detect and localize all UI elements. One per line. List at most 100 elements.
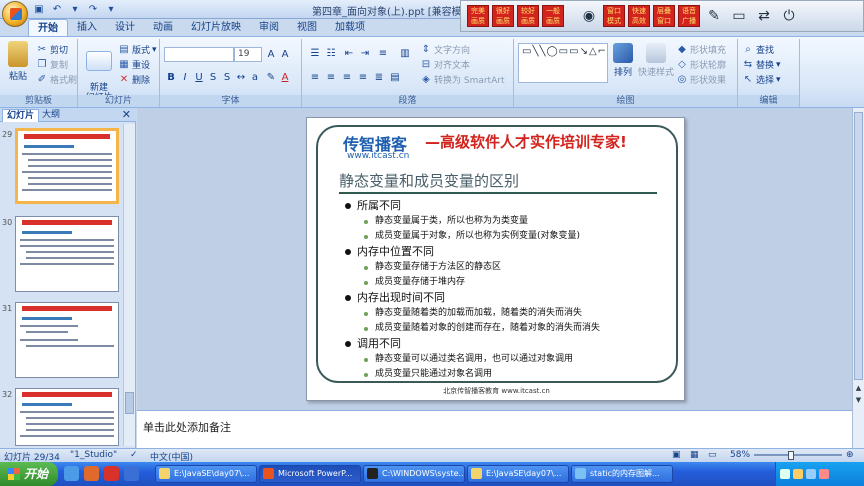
- window-mode-button[interactable]: 窗口模式: [603, 5, 625, 27]
- slide-thumbnail-30[interactable]: [15, 216, 119, 292]
- tab-view[interactable]: 视图: [288, 19, 326, 36]
- cut-button[interactable]: ✂ 剪切: [36, 43, 68, 56]
- decrease-indent-icon[interactable]: ⇤: [342, 47, 356, 60]
- app-icon[interactable]: [104, 466, 119, 481]
- dropdown-icon[interactable]: ▾: [68, 3, 82, 16]
- slide-thumbnail-31[interactable]: [15, 302, 119, 378]
- tab-design[interactable]: 设计: [106, 19, 144, 36]
- find-button[interactable]: ⌕ 查找: [742, 43, 774, 56]
- task-image-viewer[interactable]: static的内存图解...: [571, 465, 673, 483]
- columns-icon[interactable]: ▥: [398, 47, 412, 60]
- slide-thumbnail-32[interactable]: [15, 388, 119, 446]
- pen-icon[interactable]: ✎: [703, 5, 725, 27]
- view-sorter-icon[interactable]: ▦: [690, 450, 699, 460]
- ie-icon[interactable]: [64, 466, 79, 481]
- shape-outline-button[interactable]: ◇ 形状轮廓: [676, 58, 726, 71]
- align-left-icon[interactable]: ≡: [308, 71, 322, 84]
- justify-icon[interactable]: ≡: [356, 71, 370, 84]
- cascade-window-button[interactable]: 层叠窗口: [653, 5, 675, 27]
- slide-title[interactable]: 静态变量和成员变量的区别: [339, 170, 519, 191]
- quality-perfect-button[interactable]: 完美画质: [467, 5, 489, 27]
- align-text-button[interactable]: ⊟ 对齐文本: [420, 58, 470, 71]
- strikethrough-icon[interactable]: S: [206, 71, 220, 84]
- task-powerpoint[interactable]: Microsoft PowerP...: [259, 465, 361, 483]
- copy-button[interactable]: ❐ 复制: [36, 58, 69, 71]
- notes-pane[interactable]: 单击此处添加备注: [137, 410, 852, 448]
- monitor-icon[interactable]: ▭: [728, 5, 750, 27]
- clear-format-icon[interactable]: ✎: [264, 71, 278, 84]
- replace-button[interactable]: ⇆ 替换 ▾: [742, 58, 781, 71]
- shrink-font-icon[interactable]: A: [278, 48, 292, 61]
- task-explorer-2[interactable]: E:\JavaSE\day07\...: [467, 465, 569, 483]
- format-painter-button[interactable]: ✐ 格式刷: [36, 73, 77, 86]
- arrange-button[interactable]: 排列: [612, 43, 634, 78]
- slide-scroll-thumb[interactable]: [854, 112, 863, 380]
- slide-body-text[interactable]: 所属不同 静态变量属于类，所以也称为为类变量 成员变量属于对象，所以也称为实例变…: [343, 198, 679, 382]
- paste-button[interactable]: 粘贴: [4, 41, 32, 82]
- reset-button[interactable]: ▦ 重设: [118, 58, 150, 71]
- broadcast-icon[interactable]: ⇄: [753, 5, 775, 27]
- text-direction-button[interactable]: ⇕ 文字方向: [420, 43, 470, 56]
- grow-font-icon[interactable]: A: [264, 48, 278, 61]
- select-button[interactable]: ↖ 选择 ▾: [742, 73, 781, 86]
- task-explorer-1[interactable]: E:\JavaSE\day07\...: [155, 465, 257, 483]
- fit-window-icon[interactable]: ⊕: [846, 450, 854, 460]
- slide-thumbnail-29[interactable]: [15, 128, 119, 204]
- shape-effects-button[interactable]: ◎ 形状效果: [676, 73, 726, 86]
- spellcheck-icon[interactable]: ✓: [130, 450, 138, 460]
- italic-icon[interactable]: I: [178, 71, 192, 84]
- task-cmd[interactable]: C:\WINDOWS\syste...: [363, 465, 465, 483]
- save-icon[interactable]: ▣: [32, 3, 46, 16]
- smartart-button[interactable]: ◈ 转换为 SmartArt: [420, 73, 504, 86]
- tab-slides-thumbnails[interactable]: 幻灯片: [2, 109, 40, 122]
- current-slide[interactable]: 传智播客 www.itcast.cn —高级软件人才实作培训专家! 静态变量和成…: [306, 117, 685, 401]
- tray-security-icon[interactable]: [819, 469, 829, 479]
- font-color-icon[interactable]: A: [278, 71, 292, 84]
- bullets-icon[interactable]: ☰: [308, 47, 322, 60]
- shadow-icon[interactable]: S: [220, 71, 234, 84]
- tray-app-icon[interactable]: [793, 469, 803, 479]
- desktop-icon[interactable]: [124, 466, 139, 481]
- voice-broadcast-button[interactable]: 语音广播: [678, 5, 700, 27]
- tray-network-icon[interactable]: [780, 469, 790, 479]
- customize-qat-icon[interactable]: ▾: [104, 3, 118, 16]
- quality-normal-button[interactable]: 一般画质: [542, 5, 564, 27]
- tab-animations[interactable]: 动画: [144, 19, 182, 36]
- increase-indent-icon[interactable]: ⇥: [358, 47, 372, 60]
- tray-volume-icon[interactable]: [806, 469, 816, 479]
- distribute-icon[interactable]: ≣: [372, 71, 386, 84]
- redo-icon[interactable]: ↷: [86, 3, 100, 16]
- tab-slideshow[interactable]: 幻灯片放映: [182, 19, 250, 36]
- align-right-icon[interactable]: ≡: [340, 71, 354, 84]
- panel-scrollbar[interactable]: [123, 124, 135, 446]
- view-normal-icon[interactable]: ▣: [672, 450, 681, 460]
- change-case-icon[interactable]: a: [248, 71, 262, 84]
- shape-fill-button[interactable]: ◆ 形状填充: [676, 43, 726, 56]
- notes-scrollbar[interactable]: [852, 410, 864, 448]
- close-icon[interactable]: ✕: [122, 108, 131, 121]
- quick-styles-button[interactable]: 快速样式: [638, 43, 674, 78]
- align-center-icon[interactable]: ≡: [324, 71, 338, 84]
- fast-mode-button[interactable]: 快速高效: [628, 5, 650, 27]
- quality-very-good-button[interactable]: 很好画质: [492, 5, 514, 27]
- zoom-slider[interactable]: [754, 454, 842, 456]
- quality-good-button[interactable]: 较好画质: [517, 5, 539, 27]
- tab-outline[interactable]: 大纲: [38, 109, 64, 122]
- panel-scroll-thumb[interactable]: [125, 392, 134, 414]
- next-slide-icon[interactable]: ▼: [854, 396, 863, 404]
- zoom-slider-knob[interactable]: [788, 451, 794, 460]
- font-name-box[interactable]: [164, 47, 234, 62]
- view-slideshow-icon[interactable]: ▭: [708, 450, 717, 460]
- zoom-level[interactable]: 58%: [730, 450, 750, 460]
- numbering-icon[interactable]: ☷: [324, 47, 338, 60]
- slide-vertical-scrollbar[interactable]: ▲ ▼: [852, 108, 864, 410]
- bold-icon[interactable]: B: [164, 71, 178, 84]
- start-button[interactable]: 开始: [0, 462, 58, 486]
- underline-icon[interactable]: U: [192, 71, 206, 84]
- media-player-icon[interactable]: [84, 466, 99, 481]
- exit-icon[interactable]: ⏻: [778, 5, 800, 27]
- columns-2-icon[interactable]: ▤: [388, 71, 402, 84]
- undo-icon[interactable]: ↶: [50, 3, 64, 16]
- spacing-icon[interactable]: ↔: [234, 71, 248, 84]
- tab-home[interactable]: 开始: [28, 19, 68, 36]
